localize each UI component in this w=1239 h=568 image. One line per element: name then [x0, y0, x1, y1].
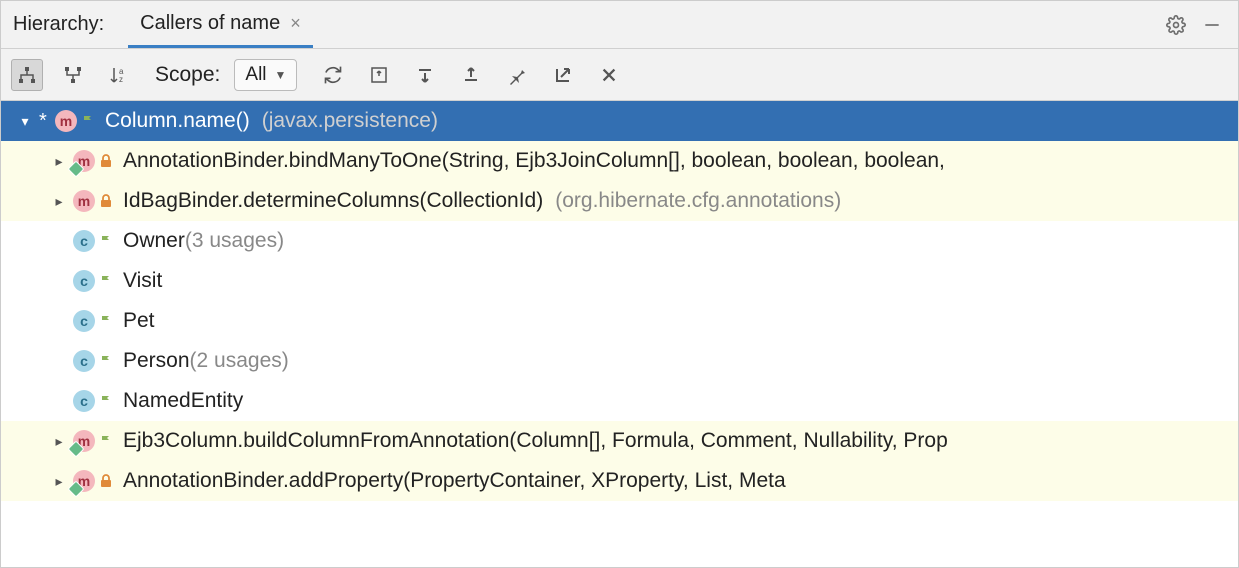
chevron-right-icon[interactable]: ▸: [51, 193, 67, 210]
node-label: Person: [123, 349, 190, 373]
lock-icon: [99, 194, 113, 208]
panel-title: Hierarchy:: [13, 13, 104, 36]
node-package: (javax.persistence): [262, 109, 438, 133]
node-usages: (2 usages): [190, 349, 289, 373]
tab-label: Callers of name: [140, 12, 280, 35]
chevron-right-icon[interactable]: ▸: [51, 153, 67, 170]
method-icon: m: [73, 150, 95, 172]
pin-button[interactable]: [501, 59, 533, 91]
class-icon: c: [73, 310, 95, 332]
method-icon: m: [73, 430, 95, 452]
minimize-icon[interactable]: [1198, 11, 1226, 39]
caller-hierarchy-button[interactable]: [11, 59, 43, 91]
class-icon: c: [73, 270, 95, 292]
chevron-down-icon: ▼: [275, 68, 287, 82]
tree-root[interactable]: ▾ * m Column.name() (javax.persistence): [1, 101, 1238, 141]
export-button[interactable]: [547, 59, 579, 91]
collapse-all-button[interactable]: [455, 59, 487, 91]
close-button[interactable]: [593, 59, 625, 91]
chevron-right-icon[interactable]: ▸: [51, 473, 67, 490]
public-icon: [99, 434, 113, 448]
close-icon[interactable]: ×: [290, 13, 301, 34]
svg-text:z: z: [119, 75, 123, 84]
sort-alpha-button[interactable]: az: [103, 59, 135, 91]
star-icon: *: [39, 110, 53, 133]
tree-node[interactable]: ▸ m AnnotationBinder.bindManyToOne(String,…: [1, 141, 1238, 181]
class-icon: c: [73, 230, 95, 252]
tree-node[interactable]: c Visit: [1, 261, 1238, 301]
chevron-down-icon[interactable]: ▾: [17, 113, 33, 130]
tree-node[interactable]: ▸ m Ejb3Column.buildColumnFromAnnotation(C…: [1, 421, 1238, 461]
refresh-button[interactable]: [317, 59, 349, 91]
tree-node[interactable]: c NamedEntity: [1, 381, 1238, 421]
tree-node[interactable]: c Person(2 usages): [1, 341, 1238, 381]
tab-callers[interactable]: Callers of name ×: [128, 1, 313, 48]
public-icon: [99, 354, 113, 368]
callee-hierarchy-button[interactable]: [57, 59, 89, 91]
node-label: Ejb3Column.buildColumnFromAnnotation(Col…: [123, 429, 948, 453]
public-icon: [99, 274, 113, 288]
panel-header: Hierarchy: Callers of name ×: [1, 1, 1238, 49]
scope-value: All: [245, 64, 266, 86]
node-label: Visit: [123, 269, 162, 293]
method-icon: m: [55, 110, 77, 132]
tree-node[interactable]: ▸ m AnnotationBinder.addProperty(PropertyC…: [1, 461, 1238, 501]
lock-icon: [99, 154, 113, 168]
toolbar: az Scope: All ▼: [1, 49, 1238, 101]
public-icon: [81, 114, 95, 128]
lock-icon: [99, 474, 113, 488]
expand-all-button[interactable]: [409, 59, 441, 91]
method-icon: m: [73, 190, 95, 212]
autoscroll-button[interactable]: [363, 59, 395, 91]
node-label: AnnotationBinder.addProperty(PropertyCon…: [123, 469, 786, 493]
chevron-right-icon[interactable]: ▸: [51, 433, 67, 450]
node-usages: (3 usages): [185, 229, 284, 253]
gear-icon[interactable]: [1162, 11, 1190, 39]
scope-select[interactable]: All ▼: [234, 59, 297, 91]
node-label: IdBagBinder.determineColumns(CollectionI…: [123, 189, 543, 213]
public-icon: [99, 394, 113, 408]
public-icon: [99, 314, 113, 328]
scope-label: Scope:: [155, 63, 220, 87]
tree-node[interactable]: c Owner(3 usages): [1, 221, 1238, 261]
node-label: AnnotationBinder.bindManyToOne(String, E…: [123, 149, 945, 173]
class-icon: c: [73, 390, 95, 412]
public-icon: [99, 234, 113, 248]
tree-node[interactable]: ▸ m IdBagBinder.determineColumns(Collectio…: [1, 181, 1238, 221]
class-icon: c: [73, 350, 95, 372]
hierarchy-tree[interactable]: ▾ * m Column.name() (javax.persistence) …: [1, 101, 1238, 501]
node-label: Owner: [123, 229, 185, 253]
node-label: Pet: [123, 309, 155, 333]
node-label: Column.name(): [105, 109, 250, 133]
tree-node[interactable]: c Pet: [1, 301, 1238, 341]
node-package: (org.hibernate.cfg.annotations): [555, 189, 841, 213]
node-label: NamedEntity: [123, 389, 243, 413]
method-icon: m: [73, 470, 95, 492]
